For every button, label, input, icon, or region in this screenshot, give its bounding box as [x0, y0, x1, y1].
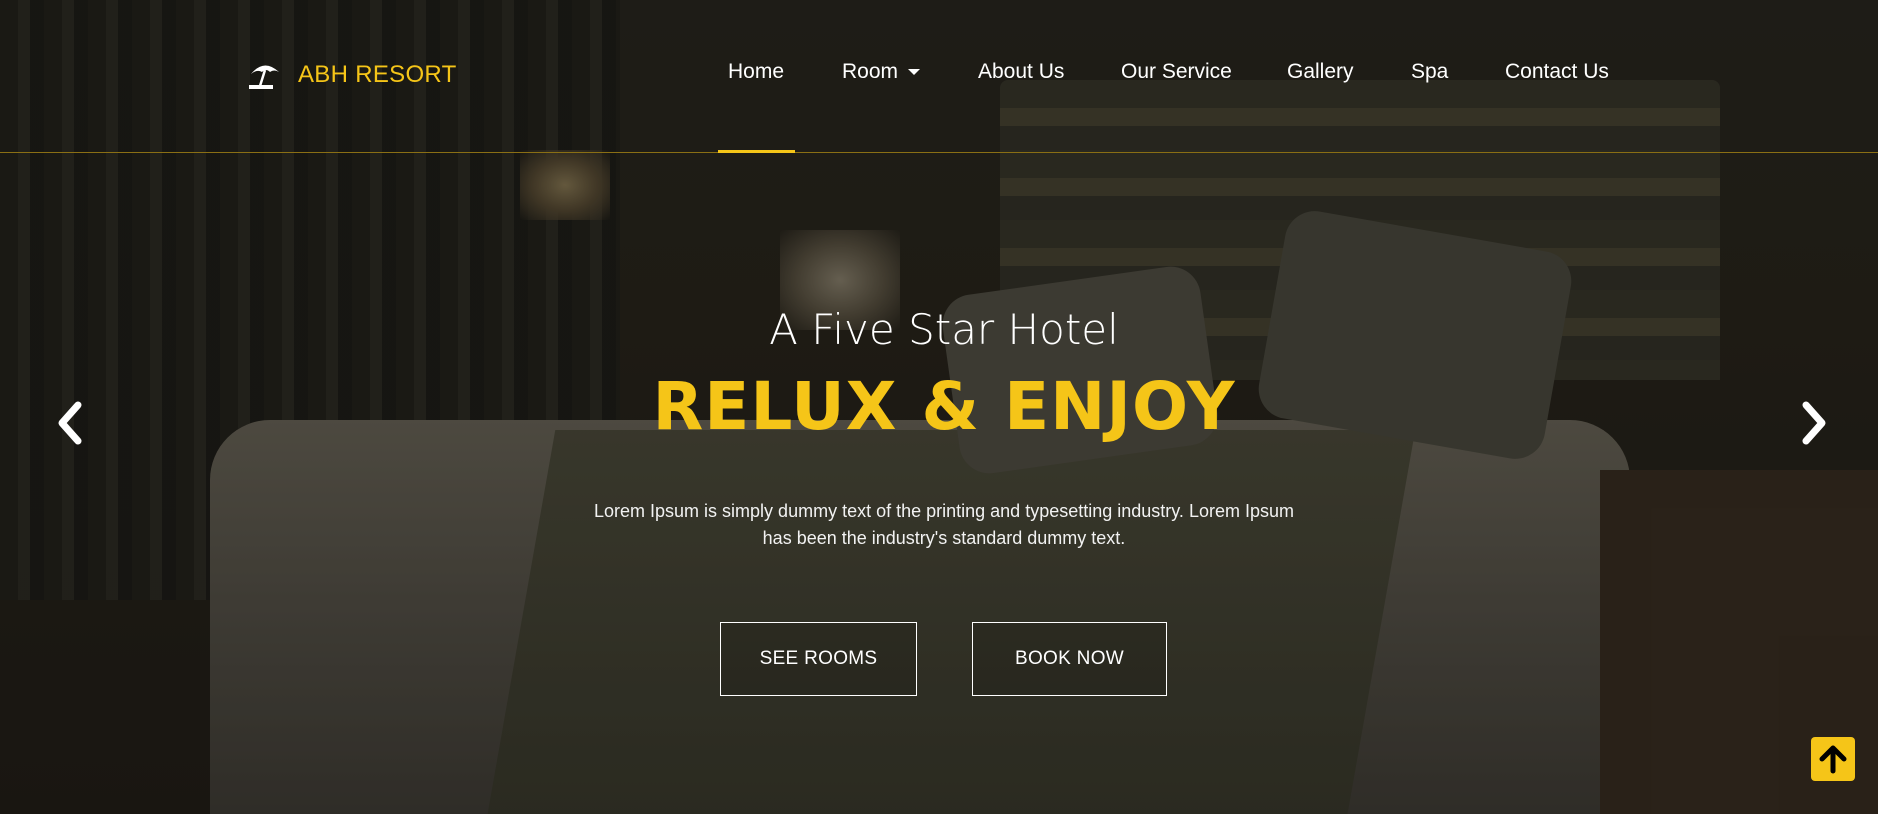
nav-item-home[interactable]: Home: [728, 60, 784, 84]
nav-active-indicator: [718, 150, 795, 153]
carousel-next-button[interactable]: [1790, 395, 1840, 455]
arrow-up-icon: [1819, 745, 1847, 774]
chevron-right-icon: [1802, 401, 1826, 445]
caret-down-icon: [908, 69, 921, 76]
beach-umbrella-icon: [249, 65, 279, 89]
see-rooms-button[interactable]: SEE ROOMS: [720, 622, 917, 696]
nav-item-about-us[interactable]: About Us: [978, 60, 1064, 84]
book-now-button[interactable]: BOOK NOW: [972, 622, 1167, 696]
nav-item-room[interactable]: Room: [842, 60, 921, 84]
hero-title: RELUX & ENJOY: [652, 368, 1236, 445]
back-to-top-button[interactable]: [1811, 737, 1855, 781]
nav-item-gallery[interactable]: Gallery: [1287, 60, 1354, 84]
hero-description: Lorem Ipsum is simply dummy text of the …: [594, 501, 1294, 548]
carousel-prev-button[interactable]: [48, 395, 98, 455]
nav-item-our-service[interactable]: Our Service: [1121, 60, 1232, 84]
hero-carousel: ABH RESORT Home Room About Us Our Servic…: [0, 0, 1878, 814]
site-header: ABH RESORT Home Room About Us Our Servic…: [0, 0, 1878, 153]
brand-logo[interactable]: ABH RESORT: [248, 60, 457, 90]
nav-item-room-label: Room: [842, 60, 899, 83]
chevron-left-icon: [58, 401, 82, 445]
nav-item-spa[interactable]: Spa: [1411, 60, 1448, 84]
brand-name: ABH RESORT: [298, 61, 457, 88]
hero-subtitle: A Five Star Hotel: [769, 305, 1119, 354]
nav-item-contact-us[interactable]: Contact Us: [1505, 60, 1609, 84]
